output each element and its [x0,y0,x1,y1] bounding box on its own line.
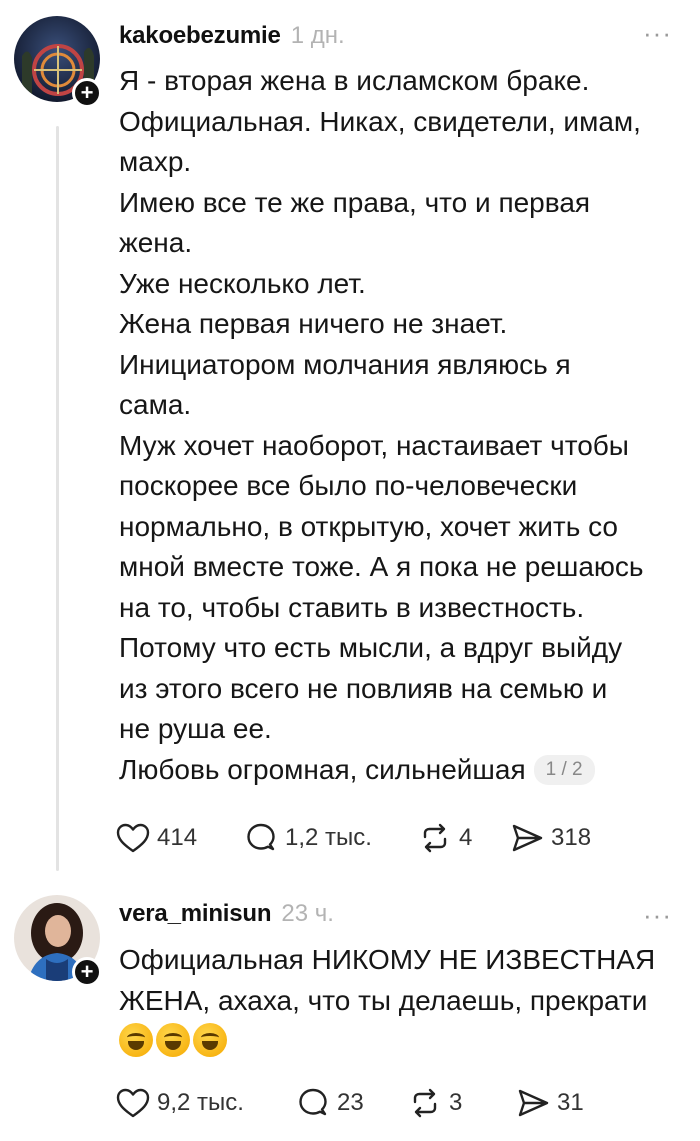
body-line: не руша ее. [119,713,272,744]
repost-icon [423,823,447,853]
body-line: жена. [119,227,193,258]
share-count: 318 [551,824,592,851]
thread-line [56,126,59,871]
repost-icon [413,1088,437,1118]
body-line: Официальная НИКОМУ НЕ ИЗВЕСТНАЯ [119,944,656,975]
body-line: на то, чтобы ставить в известность. [119,591,585,623]
post-body: Официальная НИКОМУ НЕ ИЗВЕСТНАЯ ЖЕНА, ах… [119,940,674,1057]
send-icon [518,1089,549,1117]
reply-count: 23 [337,1089,364,1116]
body-line: ЖЕНА, ахаха, что ты делаешь, прекрати [119,984,648,1016]
body-line: Жена первая ничего не знает. [119,308,508,339]
post-header: kakoebezumie 1 дн. [119,22,345,50]
reply-button[interactable]: 23 [295,1085,407,1121]
rolling-on-floor-laughing-icon [156,1023,190,1057]
body-line-last: Любовь огромная, сильнейшая 1 / 2 [119,750,674,791]
send-icon [512,824,543,852]
reply-button[interactable]: 1,2 тыс. [243,820,417,856]
body-line: поскорее все было по-человечески [119,470,578,501]
post-actions: 414 1,2 тыс. 4 318 [115,820,591,856]
repost-button[interactable]: 4 [417,820,509,856]
username[interactable]: kakoebezumie [119,22,281,50]
like-button[interactable]: 9,2 тыс. [115,1085,295,1121]
rolling-on-floor-laughing-icon [193,1023,227,1057]
body-line: Потому что есть мысли, а вдруг выйду [119,632,623,663]
post-body: Я - вторая жена в исламском браке. Офици… [119,61,674,790]
more-options-icon[interactable]: ··· [643,900,672,931]
body-line: Уже несколько лет. [119,267,366,299]
timestamp: 1 дн. [290,22,345,49]
body-line: Официальная. Никах, свидетели, имам, [119,105,641,137]
body-line: нормально, в открытую, хочет жить со [119,510,618,542]
repost-button[interactable]: 3 [407,1085,515,1121]
share-count: 31 [557,1089,584,1116]
like-count: 9,2 тыс. [157,1089,244,1116]
follow-plus-icon[interactable]: + [72,957,102,987]
body-line: из этого всего не повлияв на семью и [119,672,608,704]
page-indicator-badge[interactable]: 1 / 2 [533,754,595,785]
body-line: Имею все те же права, что и первая [119,186,591,218]
body-line: Муж хочет наоборот, настаивает чтобы [119,429,629,461]
like-count: 414 [157,824,198,851]
body-line: Инициатором молчания являюсь я [119,348,571,380]
share-button[interactable]: 31 [515,1085,584,1121]
post-2: + vera_minisun 23 ч. ··· Официальная НИК… [0,880,700,1141]
more-options-icon[interactable]: ··· [643,18,672,49]
like-button[interactable]: 414 [115,820,243,856]
share-button[interactable]: 318 [509,820,591,856]
avatar-post-2[interactable]: + [14,895,104,987]
post-actions: 9,2 тыс. 23 3 31 [115,1085,584,1121]
avatar-post-1[interactable]: + [14,16,104,108]
body-line: сама. [119,389,192,420]
username[interactable]: vera_minisun [119,900,272,928]
reply-count: 1,2 тыс. [285,824,372,851]
body-line: Я - вторая жена в исламском браке. [119,65,590,96]
rolling-on-floor-laughing-icon [119,1023,153,1057]
timestamp: 23 ч. [281,900,334,927]
comment-bubble-icon [299,1088,327,1116]
comment-bubble-icon [247,823,275,851]
body-line-text: Любовь огромная, сильнейшая [119,753,526,785]
heart-icon [116,823,150,853]
body-line: махр. [119,146,192,177]
heart-icon [116,1088,150,1118]
post-1: + kakoebezumie 1 дн. ··· Я - вторая жена… [0,0,700,880]
emoji-row [119,1023,674,1057]
repost-count: 4 [459,824,473,851]
body-line: мной вместе тоже. А я пока не решаюсь [119,551,644,582]
post-header: vera_minisun 23 ч. [119,900,334,928]
repost-count: 3 [449,1089,463,1116]
follow-plus-icon[interactable]: + [72,78,102,108]
